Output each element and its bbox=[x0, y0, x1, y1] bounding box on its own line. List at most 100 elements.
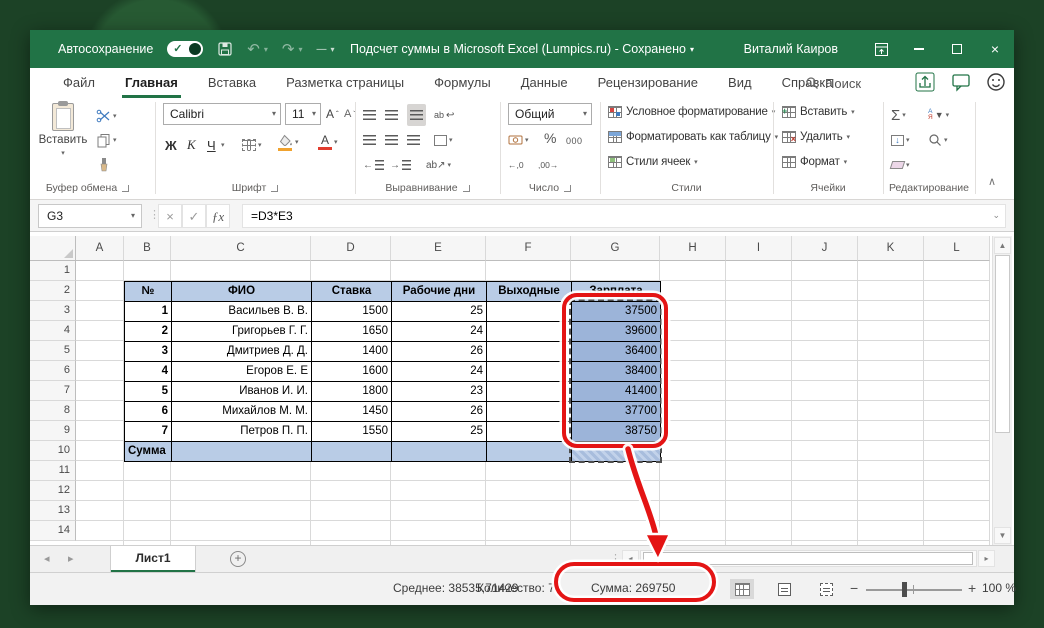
zoom-slider-thumb[interactable] bbox=[902, 582, 907, 597]
tab-Рецензирование[interactable]: Рецензирование bbox=[583, 68, 713, 98]
comments-button[interactable] bbox=[950, 71, 972, 93]
cell-D10[interactable] bbox=[312, 442, 392, 462]
row-header-10[interactable]: 10 bbox=[30, 441, 76, 461]
page-layout-view-button[interactable] bbox=[772, 579, 796, 599]
row-header-1[interactable]: 1 bbox=[30, 261, 76, 281]
column-header-K[interactable]: K bbox=[858, 236, 924, 261]
align-right-button[interactable] bbox=[407, 129, 420, 151]
save-button[interactable] bbox=[217, 41, 233, 57]
accounting-format-button[interactable]: ▾ bbox=[508, 129, 529, 151]
column-header-E[interactable]: E bbox=[391, 236, 486, 261]
table-header-Рабочие дни[interactable]: Рабочие дни bbox=[392, 282, 487, 302]
collapse-ribbon-button[interactable]: ∧ bbox=[988, 170, 996, 192]
zoom-level[interactable]: 100 % bbox=[982, 581, 1016, 595]
cell-F6[interactable] bbox=[487, 362, 572, 382]
cell-F8[interactable] bbox=[487, 402, 572, 422]
cell-D7[interactable]: 1800 bbox=[312, 382, 392, 402]
tab-Файл[interactable]: Файл bbox=[48, 68, 110, 98]
dialog-launcher-icon[interactable] bbox=[564, 185, 572, 192]
table-header-№[interactable]: № bbox=[125, 282, 172, 302]
cell-B8[interactable]: 6 bbox=[125, 402, 172, 422]
format-as-table-button[interactable]: Форматировать как таблицу ▾ bbox=[608, 131, 778, 143]
cancel-button[interactable]: × bbox=[158, 204, 182, 228]
comma-style-button[interactable]: 000 bbox=[566, 130, 583, 152]
cell-G4[interactable]: 39600 bbox=[572, 322, 661, 342]
fill-button[interactable]: ↓ ▾ bbox=[891, 129, 910, 151]
cell-F10[interactable] bbox=[487, 442, 572, 462]
feedback-button[interactable] bbox=[986, 72, 1006, 92]
cell-B3[interactable]: 1 bbox=[125, 302, 172, 322]
tab-scroll-divider[interactable]: ⋮ bbox=[610, 552, 621, 565]
cell-styles-button[interactable]: Стили ячеек ▾ bbox=[608, 156, 698, 168]
cell-B9[interactable]: 7 bbox=[125, 422, 172, 442]
cell-C3[interactable]: Васильев В. В. bbox=[172, 302, 312, 322]
align-center-button[interactable] bbox=[385, 129, 398, 151]
column-header-B[interactable]: B bbox=[124, 236, 171, 261]
delete-cells-button[interactable]: × Удалить ▾ bbox=[782, 131, 850, 144]
row-header-3[interactable]: 3 bbox=[30, 301, 76, 321]
horizontal-scrollbar[interactable]: ◂ ▸ bbox=[622, 550, 995, 568]
cut-button[interactable]: ▾ bbox=[96, 105, 117, 127]
cell-B10[interactable]: Сумма bbox=[125, 442, 172, 462]
row-header-11[interactable]: 11 bbox=[30, 461, 76, 481]
increase-indent-button[interactable]: → bbox=[390, 154, 411, 176]
row-header-12[interactable]: 12 bbox=[30, 481, 76, 501]
row-header-8[interactable]: 8 bbox=[30, 401, 76, 421]
insert-function-button[interactable]: ƒx bbox=[206, 204, 230, 228]
undo-button[interactable]: ↶ bbox=[247, 40, 268, 58]
clear-button[interactable]: ▾ bbox=[889, 154, 910, 176]
column-header-I[interactable]: I bbox=[726, 236, 792, 261]
prev-sheet-icon[interactable]: ◂ bbox=[44, 552, 50, 565]
font-color-button[interactable]: А ▾ bbox=[318, 131, 338, 153]
find-select-button[interactable]: ▾ bbox=[928, 129, 948, 151]
scroll-up-icon[interactable]: ▲ bbox=[994, 237, 1011, 254]
cell-C10[interactable] bbox=[172, 442, 312, 462]
formula-bar-expand-icon[interactable]: ⌄ bbox=[992, 210, 1000, 221]
cell-D5[interactable]: 1400 bbox=[312, 342, 392, 362]
alignment-group-label[interactable]: Выравнивание bbox=[355, 180, 500, 196]
column-header-J[interactable]: J bbox=[792, 236, 858, 261]
decrease-decimal-button[interactable]: ,00→ bbox=[538, 154, 558, 176]
cell-D6[interactable]: 1600 bbox=[312, 362, 392, 382]
orientation-button[interactable]: ab↗ ▾ bbox=[426, 154, 451, 176]
cell-F9[interactable] bbox=[487, 422, 572, 442]
cell-G3[interactable]: 37500 bbox=[572, 302, 661, 322]
increase-decimal-button[interactable]: ←,0 bbox=[508, 154, 524, 176]
table-header-Зарплата[interactable]: Зарплата bbox=[572, 282, 661, 302]
tab-Вставка[interactable]: Вставка bbox=[193, 68, 271, 98]
cell-G5[interactable]: 36400 bbox=[572, 342, 661, 362]
cell-B4[interactable]: 2 bbox=[125, 322, 172, 342]
enter-button[interactable]: ✓ bbox=[182, 204, 206, 228]
zoom-in-button[interactable]: + bbox=[968, 580, 976, 596]
next-sheet-icon[interactable]: ▸ bbox=[68, 552, 74, 565]
column-header-D[interactable]: D bbox=[311, 236, 391, 261]
cell-E5[interactable]: 26 bbox=[392, 342, 487, 362]
cell-D4[interactable]: 1650 bbox=[312, 322, 392, 342]
cell-G9[interactable]: 38750 bbox=[572, 422, 661, 442]
font-name-combo[interactable]: Calibri bbox=[163, 103, 281, 125]
italic-button[interactable]: К bbox=[187, 134, 196, 156]
row-header-13[interactable]: 13 bbox=[30, 501, 76, 521]
redo-button[interactable]: ↷ bbox=[282, 40, 303, 58]
cell-B6[interactable]: 4 bbox=[125, 362, 172, 382]
cell-C4[interactable]: Григорьев Г. Г. bbox=[172, 322, 312, 342]
cell-D8[interactable]: 1450 bbox=[312, 402, 392, 422]
align-bottom-button[interactable] bbox=[407, 104, 426, 126]
number-group-label[interactable]: Число bbox=[500, 180, 600, 196]
scroll-left-icon[interactable]: ◂ bbox=[622, 550, 639, 567]
paste-button[interactable]: Вставить ▾ bbox=[38, 101, 88, 158]
bold-button[interactable]: Ж bbox=[165, 134, 177, 156]
clipboard-group-label[interactable]: Буфер обмена bbox=[30, 180, 145, 196]
row-header-9[interactable]: 9 bbox=[30, 421, 76, 441]
cell-C9[interactable]: Петров П. П. bbox=[172, 422, 312, 442]
column-header-H[interactable]: H bbox=[660, 236, 726, 261]
cell-D9[interactable]: 1550 bbox=[312, 422, 392, 442]
tab-Формулы[interactable]: Формулы bbox=[419, 68, 506, 98]
horizontal-scroll-thumb[interactable] bbox=[643, 552, 973, 565]
merge-center-button[interactable]: ▾ bbox=[434, 129, 453, 151]
normal-view-button[interactable] bbox=[730, 579, 754, 599]
column-header-A[interactable]: A bbox=[76, 236, 124, 261]
tab-Разметка страницы[interactable]: Разметка страницы bbox=[271, 68, 419, 98]
wrap-text-button[interactable]: ab ↩ bbox=[434, 104, 454, 126]
row-header-7[interactable]: 7 bbox=[30, 381, 76, 401]
